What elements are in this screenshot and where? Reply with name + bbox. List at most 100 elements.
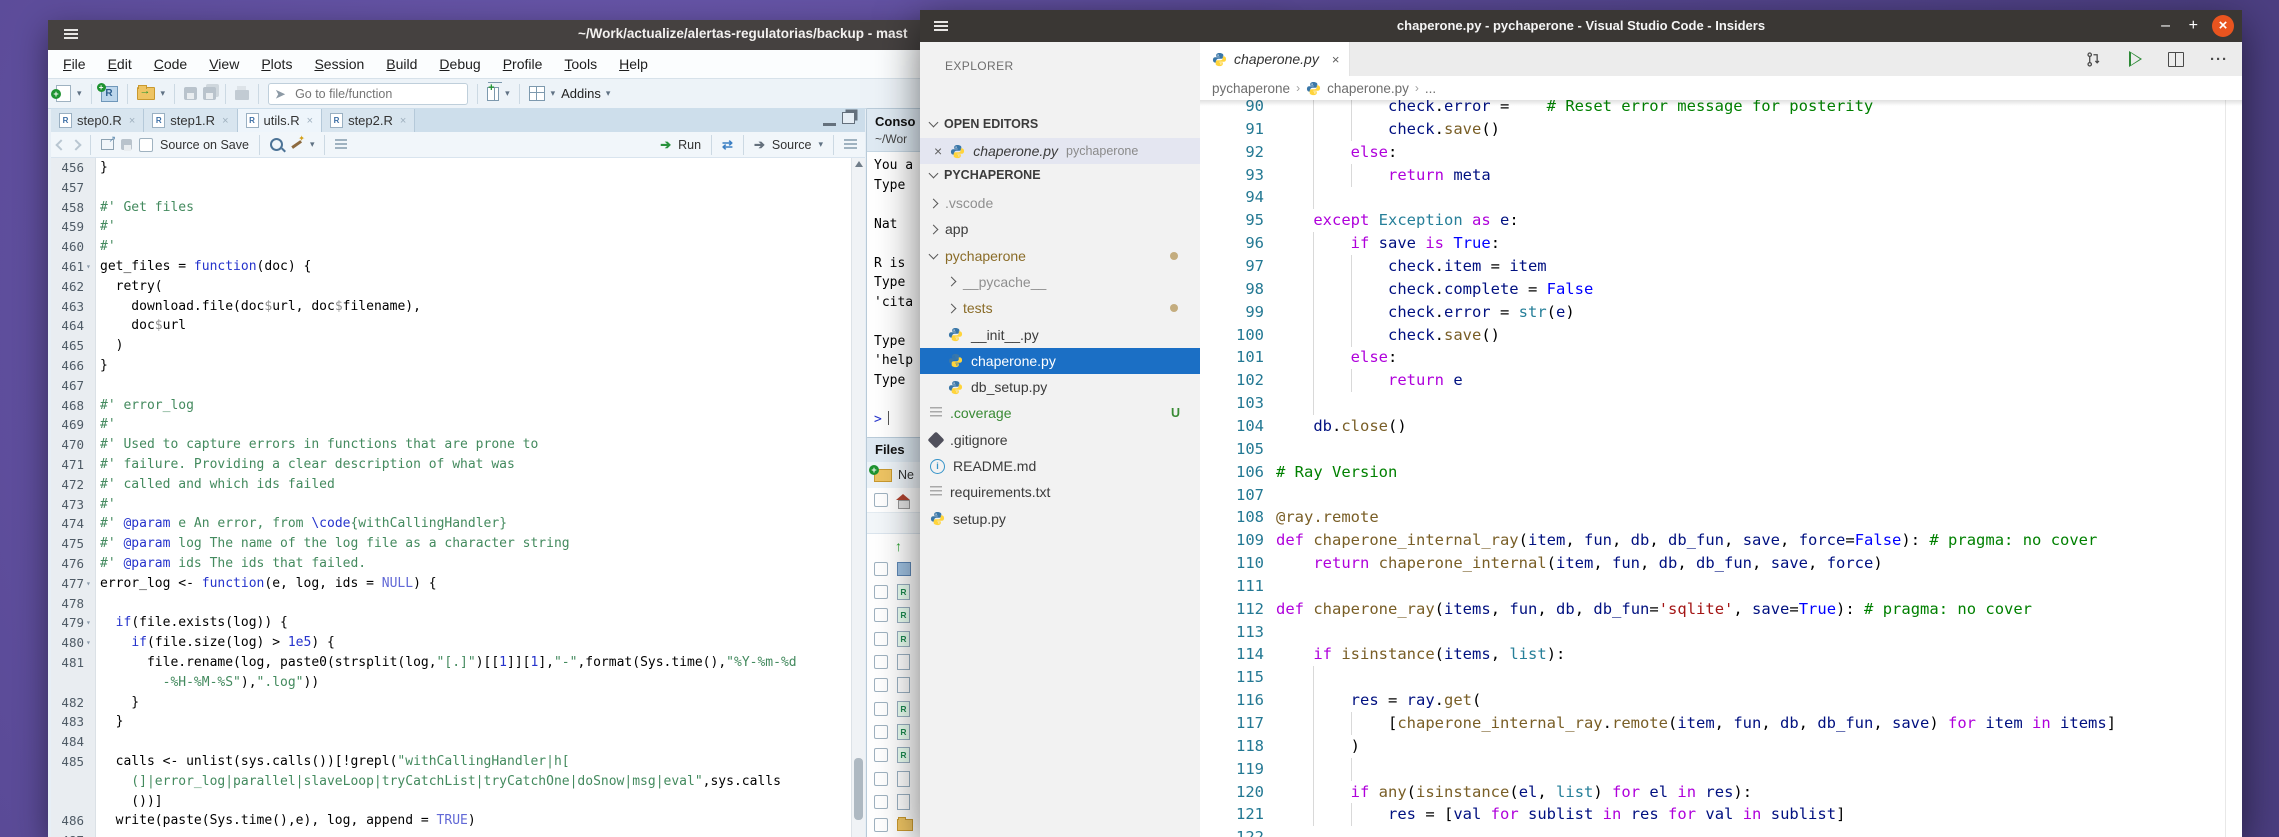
file-checkbox[interactable] [874,701,888,716]
sidebar-item-setup-py[interactable]: setup.py [920,506,1200,532]
sidebar-item-pychaperone[interactable]: pychaperone [920,243,1200,269]
run-python-file-icon[interactable] [2129,51,2142,67]
print-icon[interactable] [235,86,250,100]
sidebar-item--init-py[interactable]: __init__.py [920,322,1200,348]
file-checkbox[interactable] [874,678,888,693]
close-icon[interactable]: × [934,143,942,159]
file-checkbox[interactable] [874,631,888,646]
close-tab-icon[interactable]: × [222,115,228,127]
fold-arrow-icon[interactable]: ▾ [86,574,91,594]
tab-chaperone-py[interactable]: chaperone.py × [1200,42,1350,76]
files-tab[interactable]: Files [875,442,905,457]
sidebar-item--vscode[interactable]: .vscode [920,190,1200,216]
editor-tab-step0.r[interactable]: Rstep0.R × [51,109,145,132]
sidebar-item-readme-md[interactable]: i README.md [920,453,1200,479]
open-editor-item[interactable]: × chaperone.py pychaperone [920,138,1200,164]
code-tools-icon[interactable] [290,134,305,151]
sidebar-item-chaperone-py[interactable]: chaperone.py [920,347,1200,374]
menu-tools[interactable]: Tools [553,56,608,72]
save-icon[interactable] [184,87,198,100]
document-outline-icon[interactable] [844,138,857,151]
fold-arrow-icon[interactable]: ▾ [86,257,91,277]
source-on-save-checkbox[interactable] [139,137,153,152]
close-tab-icon[interactable]: × [400,115,406,127]
sidebar-item--gitignore[interactable]: .gitignore [920,427,1200,453]
file-checkbox[interactable] [874,561,888,576]
editor-scrollbar[interactable] [851,158,865,837]
more-actions-icon[interactable]: ··· [2210,51,2228,68]
editor-tab-step2.r[interactable]: Rstep2.R × [322,109,416,132]
fold-arrow-icon[interactable]: ▾ [86,633,91,653]
open-file-icon[interactable] [136,85,155,100]
close-tab-icon[interactable]: × [307,115,313,127]
popout-editor-icon[interactable] [101,134,116,150]
split-editor-icon[interactable] [2168,51,2184,67]
open-changes-icon[interactable] [2086,51,2103,68]
menu-help[interactable]: Help [608,56,659,72]
vscode-titlebar[interactable]: chaperone.py - pychaperone - Visual Stud… [920,10,2242,42]
breadcrumb-item[interactable]: chaperone.py [1327,81,1409,96]
rerun-icon[interactable]: ⇄ [722,137,733,153]
file-checkbox[interactable] [874,794,888,809]
new-folder-label[interactable]: Ne [898,468,914,482]
console-tab[interactable]: Conso [875,114,915,129]
breadcrumb-item[interactable]: ... [1425,81,1436,96]
save-all-icon[interactable] [203,87,217,100]
close-button[interactable]: × [2212,15,2234,37]
sidebar-item-tests[interactable]: tests [920,295,1200,321]
import-caret-icon[interactable]: ▾ [505,88,510,99]
sidebar-item-app[interactable]: app [920,216,1200,242]
file-checkbox[interactable] [874,818,888,833]
compile-report-icon[interactable] [335,138,348,151]
sidebar-item--pycache-[interactable]: __pycache__ [920,269,1200,295]
home-icon[interactable] [896,493,910,509]
fold-arrow-icon[interactable]: ▾ [86,613,91,633]
file-checkbox[interactable] [874,655,888,669]
editor-tab-utils.r[interactable]: Rutils.R × [237,109,323,132]
file-checkbox[interactable] [874,608,888,623]
back-icon[interactable] [55,138,67,151]
menu-plots[interactable]: Plots [250,56,303,72]
scrollbar-thumb[interactable] [854,758,863,820]
file-checkbox[interactable] [874,724,888,739]
source-editor[interactable]: 456} 457 458 #' Get files 459 #' 460 #' 461 ▾ get_… [51,158,865,837]
source-button[interactable]: Source [772,138,812,152]
find-replace-icon[interactable] [269,138,283,151]
workspace-panes-icon[interactable] [528,86,545,101]
select-all-checkbox[interactable] [874,493,888,507]
sidebar-item-requirements-txt[interactable]: requirements.txt [920,479,1200,505]
goto-file-function-input[interactable] [293,84,466,103]
file-checkbox[interactable] [874,585,888,600]
breadcrumb-item[interactable]: pychaperone [1212,81,1290,96]
console-prompt[interactable]: > [874,410,890,430]
source-caret-icon[interactable]: ▾ [818,139,823,150]
code-tools-caret-icon[interactable]: ▾ [310,139,315,150]
new-file-icon[interactable] [51,85,71,102]
menu-build[interactable]: Build [375,56,428,72]
run-icon[interactable]: ➔ [660,137,671,153]
editor-scrollbar[interactable] [2225,100,2226,837]
menu-file[interactable]: File [52,56,97,72]
file-checkbox[interactable] [874,771,888,786]
menu-icon[interactable] [64,28,78,40]
menu-debug[interactable]: Debug [428,56,491,72]
minimize-pane-icon[interactable] [823,114,836,126]
menu-session[interactable]: Session [303,56,375,72]
panes-caret-icon[interactable]: ▾ [551,88,556,99]
menu-edit[interactable]: Edit [97,56,143,72]
maximize-pane-icon[interactable] [842,112,855,124]
menu-view[interactable]: View [198,56,250,72]
new-file-caret-icon[interactable]: ▾ [77,88,82,99]
run-button[interactable]: Run [678,138,701,152]
save-source-icon[interactable] [121,139,132,151]
forward-icon[interactable] [70,138,82,151]
menu-profile[interactable]: Profile [492,56,554,72]
new-folder-icon[interactable] [869,464,892,482]
sidebar-item--coverage[interactable]: .coverage U [920,400,1200,426]
menu-code[interactable]: Code [143,56,198,72]
close-tab-icon[interactable]: × [1332,52,1340,67]
maximize-button[interactable]: + [2189,10,2198,42]
open-editors-section[interactable]: OPEN EDITORS [920,112,1200,136]
open-file-caret-icon[interactable]: ▾ [161,88,166,99]
root-folder-section[interactable]: PYCHAPERONE [920,163,1200,187]
